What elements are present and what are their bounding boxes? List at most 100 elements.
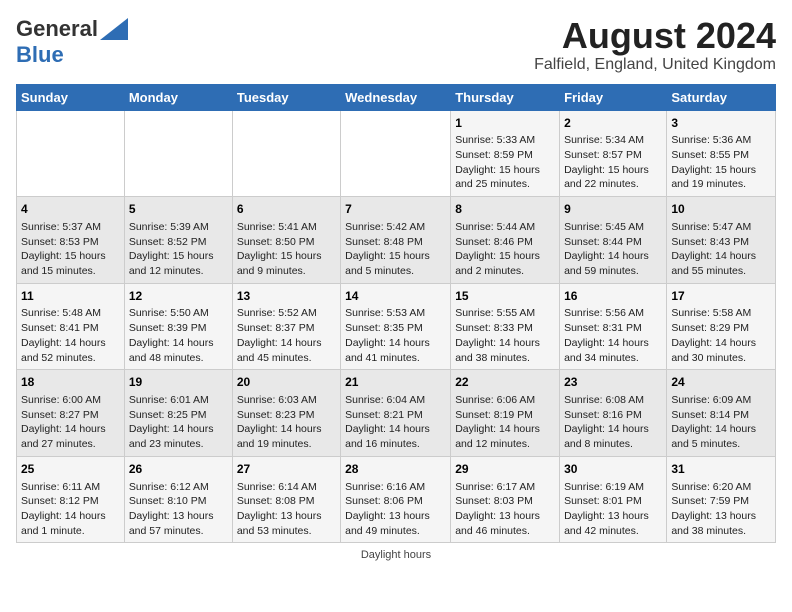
calendar-cell: 20 Sunrise: 6:03 AM Sunset: 8:23 PM Dayli… <box>232 370 340 457</box>
calendar-week-row: 1Sunrise: 5:33 AM Sunset: 8:59 PM Daylig… <box>17 110 776 197</box>
day-number: 25 <box>21 461 120 478</box>
day-number: 19 <box>129 374 228 391</box>
day-number: 26 <box>129 461 228 478</box>
day-info: Sunrise: 6:09 AM Sunset: 8:14 PM Dayligh… <box>671 393 771 452</box>
calendar-cell: 8Sunrise: 5:44 AM Sunset: 8:46 PM Daylig… <box>451 197 560 284</box>
day-info: Sunrise: 5:42 AM Sunset: 8:48 PM Dayligh… <box>345 220 446 279</box>
calendar-cell: 28 Sunrise: 6:16 AM Sunset: 8:06 PM Dayli… <box>341 456 451 543</box>
day-number: 1 <box>455 115 555 132</box>
calendar-cell: 15Sunrise: 5:55 AM Sunset: 8:33 PM Dayli… <box>451 283 560 370</box>
logo-blue-text: Blue <box>16 42 64 67</box>
day-number: 28 <box>345 461 446 478</box>
day-number: 9 <box>564 201 662 218</box>
calendar-cell: 1Sunrise: 5:33 AM Sunset: 8:59 PM Daylig… <box>451 110 560 197</box>
day-info: Sunrise: 5:37 AM Sunset: 8:53 PM Dayligh… <box>21 220 120 279</box>
col-thursday: Thursday <box>451 84 560 110</box>
day-info: Sunrise: 5:55 AM Sunset: 8:33 PM Dayligh… <box>455 306 555 365</box>
calendar-cell: 29 Sunrise: 6:17 AM Sunset: 8:03 PM Dayli… <box>451 456 560 543</box>
day-info: Sunrise: 6:11 AM Sunset: 8:12 PM Dayligh… <box>21 480 120 539</box>
calendar-cell: 30 Sunrise: 6:19 AM Sunset: 8:01 PM Dayli… <box>560 456 667 543</box>
calendar-cell: 24 Sunrise: 6:09 AM Sunset: 8:14 PM Dayli… <box>667 370 776 457</box>
calendar-cell: 4 Sunrise: 5:37 AM Sunset: 8:53 PM Daylig… <box>17 197 125 284</box>
day-number: 17 <box>671 288 771 305</box>
calendar-cell: 27Sunrise: 6:14 AM Sunset: 8:08 PM Dayli… <box>232 456 340 543</box>
calendar-cell: 25 Sunrise: 6:11 AM Sunset: 8:12 PM Dayli… <box>17 456 125 543</box>
calendar-cell <box>124 110 232 197</box>
logo-icon <box>100 18 128 40</box>
day-number: 18 <box>21 374 120 391</box>
day-number: 3 <box>671 115 771 132</box>
calendar-week-row: 18 Sunrise: 6:00 AM Sunset: 8:27 PM Dayli… <box>17 370 776 457</box>
calendar-cell: 31 Sunrise: 6:20 AM Sunset: 7:59 PM Dayli… <box>667 456 776 543</box>
day-number: 10 <box>671 201 771 218</box>
day-number: 24 <box>671 374 771 391</box>
col-tuesday: Tuesday <box>232 84 340 110</box>
calendar-cell: 2Sunrise: 5:34 AM Sunset: 8:57 PM Daylig… <box>560 110 667 197</box>
day-info: Sunrise: 6:01 AM Sunset: 8:25 PM Dayligh… <box>129 393 228 452</box>
calendar-cell: 17Sunrise: 5:58 AM Sunset: 8:29 PM Dayli… <box>667 283 776 370</box>
day-info: Sunrise: 5:53 AM Sunset: 8:35 PM Dayligh… <box>345 306 446 365</box>
day-number: 4 <box>21 201 120 218</box>
calendar-cell: 5 Sunrise: 5:39 AM Sunset: 8:52 PM Daylig… <box>124 197 232 284</box>
day-number: 30 <box>564 461 662 478</box>
day-info: Sunrise: 5:47 AM Sunset: 8:43 PM Dayligh… <box>671 220 771 279</box>
calendar-cell: 19 Sunrise: 6:01 AM Sunset: 8:25 PM Dayli… <box>124 370 232 457</box>
day-info: Sunrise: 6:12 AM Sunset: 8:10 PM Dayligh… <box>129 480 228 539</box>
col-monday: Monday <box>124 84 232 110</box>
day-info: Sunrise: 6:00 AM Sunset: 8:27 PM Dayligh… <box>21 393 120 452</box>
day-number: 22 <box>455 374 555 391</box>
day-number: 6 <box>237 201 336 218</box>
location: Falfield, England, United Kingdom <box>534 56 776 74</box>
day-number: 15 <box>455 288 555 305</box>
day-info: Sunrise: 5:36 AM Sunset: 8:55 PM Dayligh… <box>671 133 771 192</box>
calendar-week-row: 4 Sunrise: 5:37 AM Sunset: 8:53 PM Daylig… <box>17 197 776 284</box>
day-number: 8 <box>455 201 555 218</box>
day-info: Sunrise: 5:58 AM Sunset: 8:29 PM Dayligh… <box>671 306 771 365</box>
day-info: Sunrise: 6:19 AM Sunset: 8:01 PM Dayligh… <box>564 480 662 539</box>
footer: Daylight hours <box>16 549 776 561</box>
calendar-cell: 10 Sunrise: 5:47 AM Sunset: 8:43 PM Dayli… <box>667 197 776 284</box>
day-info: Sunrise: 6:20 AM Sunset: 7:59 PM Dayligh… <box>671 480 771 539</box>
calendar-cell: 22 Sunrise: 6:06 AM Sunset: 8:19 PM Dayli… <box>451 370 560 457</box>
day-info: Sunrise: 5:45 AM Sunset: 8:44 PM Dayligh… <box>564 220 662 279</box>
calendar-cell: 18 Sunrise: 6:00 AM Sunset: 8:27 PM Dayli… <box>17 370 125 457</box>
col-saturday: Saturday <box>667 84 776 110</box>
day-number: 2 <box>564 115 662 132</box>
calendar-cell: 14Sunrise: 5:53 AM Sunset: 8:35 PM Dayli… <box>341 283 451 370</box>
day-info: Sunrise: 6:17 AM Sunset: 8:03 PM Dayligh… <box>455 480 555 539</box>
day-number: 29 <box>455 461 555 478</box>
day-number: 20 <box>237 374 336 391</box>
day-number: 7 <box>345 201 446 218</box>
calendar-week-row: 25 Sunrise: 6:11 AM Sunset: 8:12 PM Dayli… <box>17 456 776 543</box>
day-info: Sunrise: 6:16 AM Sunset: 8:06 PM Dayligh… <box>345 480 446 539</box>
month-title: August 2024 <box>534 16 776 56</box>
day-info: Sunrise: 6:03 AM Sunset: 8:23 PM Dayligh… <box>237 393 336 452</box>
day-info: Sunrise: 6:04 AM Sunset: 8:21 PM Dayligh… <box>345 393 446 452</box>
page: General Blue August 2024 Falfield, Engla… <box>0 0 792 569</box>
day-number: 13 <box>237 288 336 305</box>
calendar-week-row: 11Sunrise: 5:48 AM Sunset: 8:41 PM Dayli… <box>17 283 776 370</box>
day-info: Sunrise: 5:39 AM Sunset: 8:52 PM Dayligh… <box>129 220 228 279</box>
calendar: Sunday Monday Tuesday Wednesday Thursday… <box>16 84 776 544</box>
col-wednesday: Wednesday <box>341 84 451 110</box>
calendar-cell: 23Sunrise: 6:08 AM Sunset: 8:16 PM Dayli… <box>560 370 667 457</box>
calendar-cell: 3Sunrise: 5:36 AM Sunset: 8:55 PM Daylig… <box>667 110 776 197</box>
calendar-cell: 21 Sunrise: 6:04 AM Sunset: 8:21 PM Dayli… <box>341 370 451 457</box>
day-number: 5 <box>129 201 228 218</box>
calendar-cell <box>232 110 340 197</box>
day-info: Sunrise: 6:06 AM Sunset: 8:19 PM Dayligh… <box>455 393 555 452</box>
day-number: 31 <box>671 461 771 478</box>
calendar-cell: 16Sunrise: 5:56 AM Sunset: 8:31 PM Dayli… <box>560 283 667 370</box>
logo-general-text: General <box>16 16 98 42</box>
day-number: 21 <box>345 374 446 391</box>
calendar-cell: 7 Sunrise: 5:42 AM Sunset: 8:48 PM Daylig… <box>341 197 451 284</box>
day-info: Sunrise: 6:08 AM Sunset: 8:16 PM Dayligh… <box>564 393 662 452</box>
header: General Blue August 2024 Falfield, Engla… <box>16 16 776 74</box>
daylight-label: Daylight hours <box>361 549 431 561</box>
day-info: Sunrise: 5:41 AM Sunset: 8:50 PM Dayligh… <box>237 220 336 279</box>
calendar-cell: 6 Sunrise: 5:41 AM Sunset: 8:50 PM Daylig… <box>232 197 340 284</box>
col-sunday: Sunday <box>17 84 125 110</box>
day-number: 16 <box>564 288 662 305</box>
calendar-cell: 9 Sunrise: 5:45 AM Sunset: 8:44 PM Daylig… <box>560 197 667 284</box>
calendar-cell: 13Sunrise: 5:52 AM Sunset: 8:37 PM Dayli… <box>232 283 340 370</box>
